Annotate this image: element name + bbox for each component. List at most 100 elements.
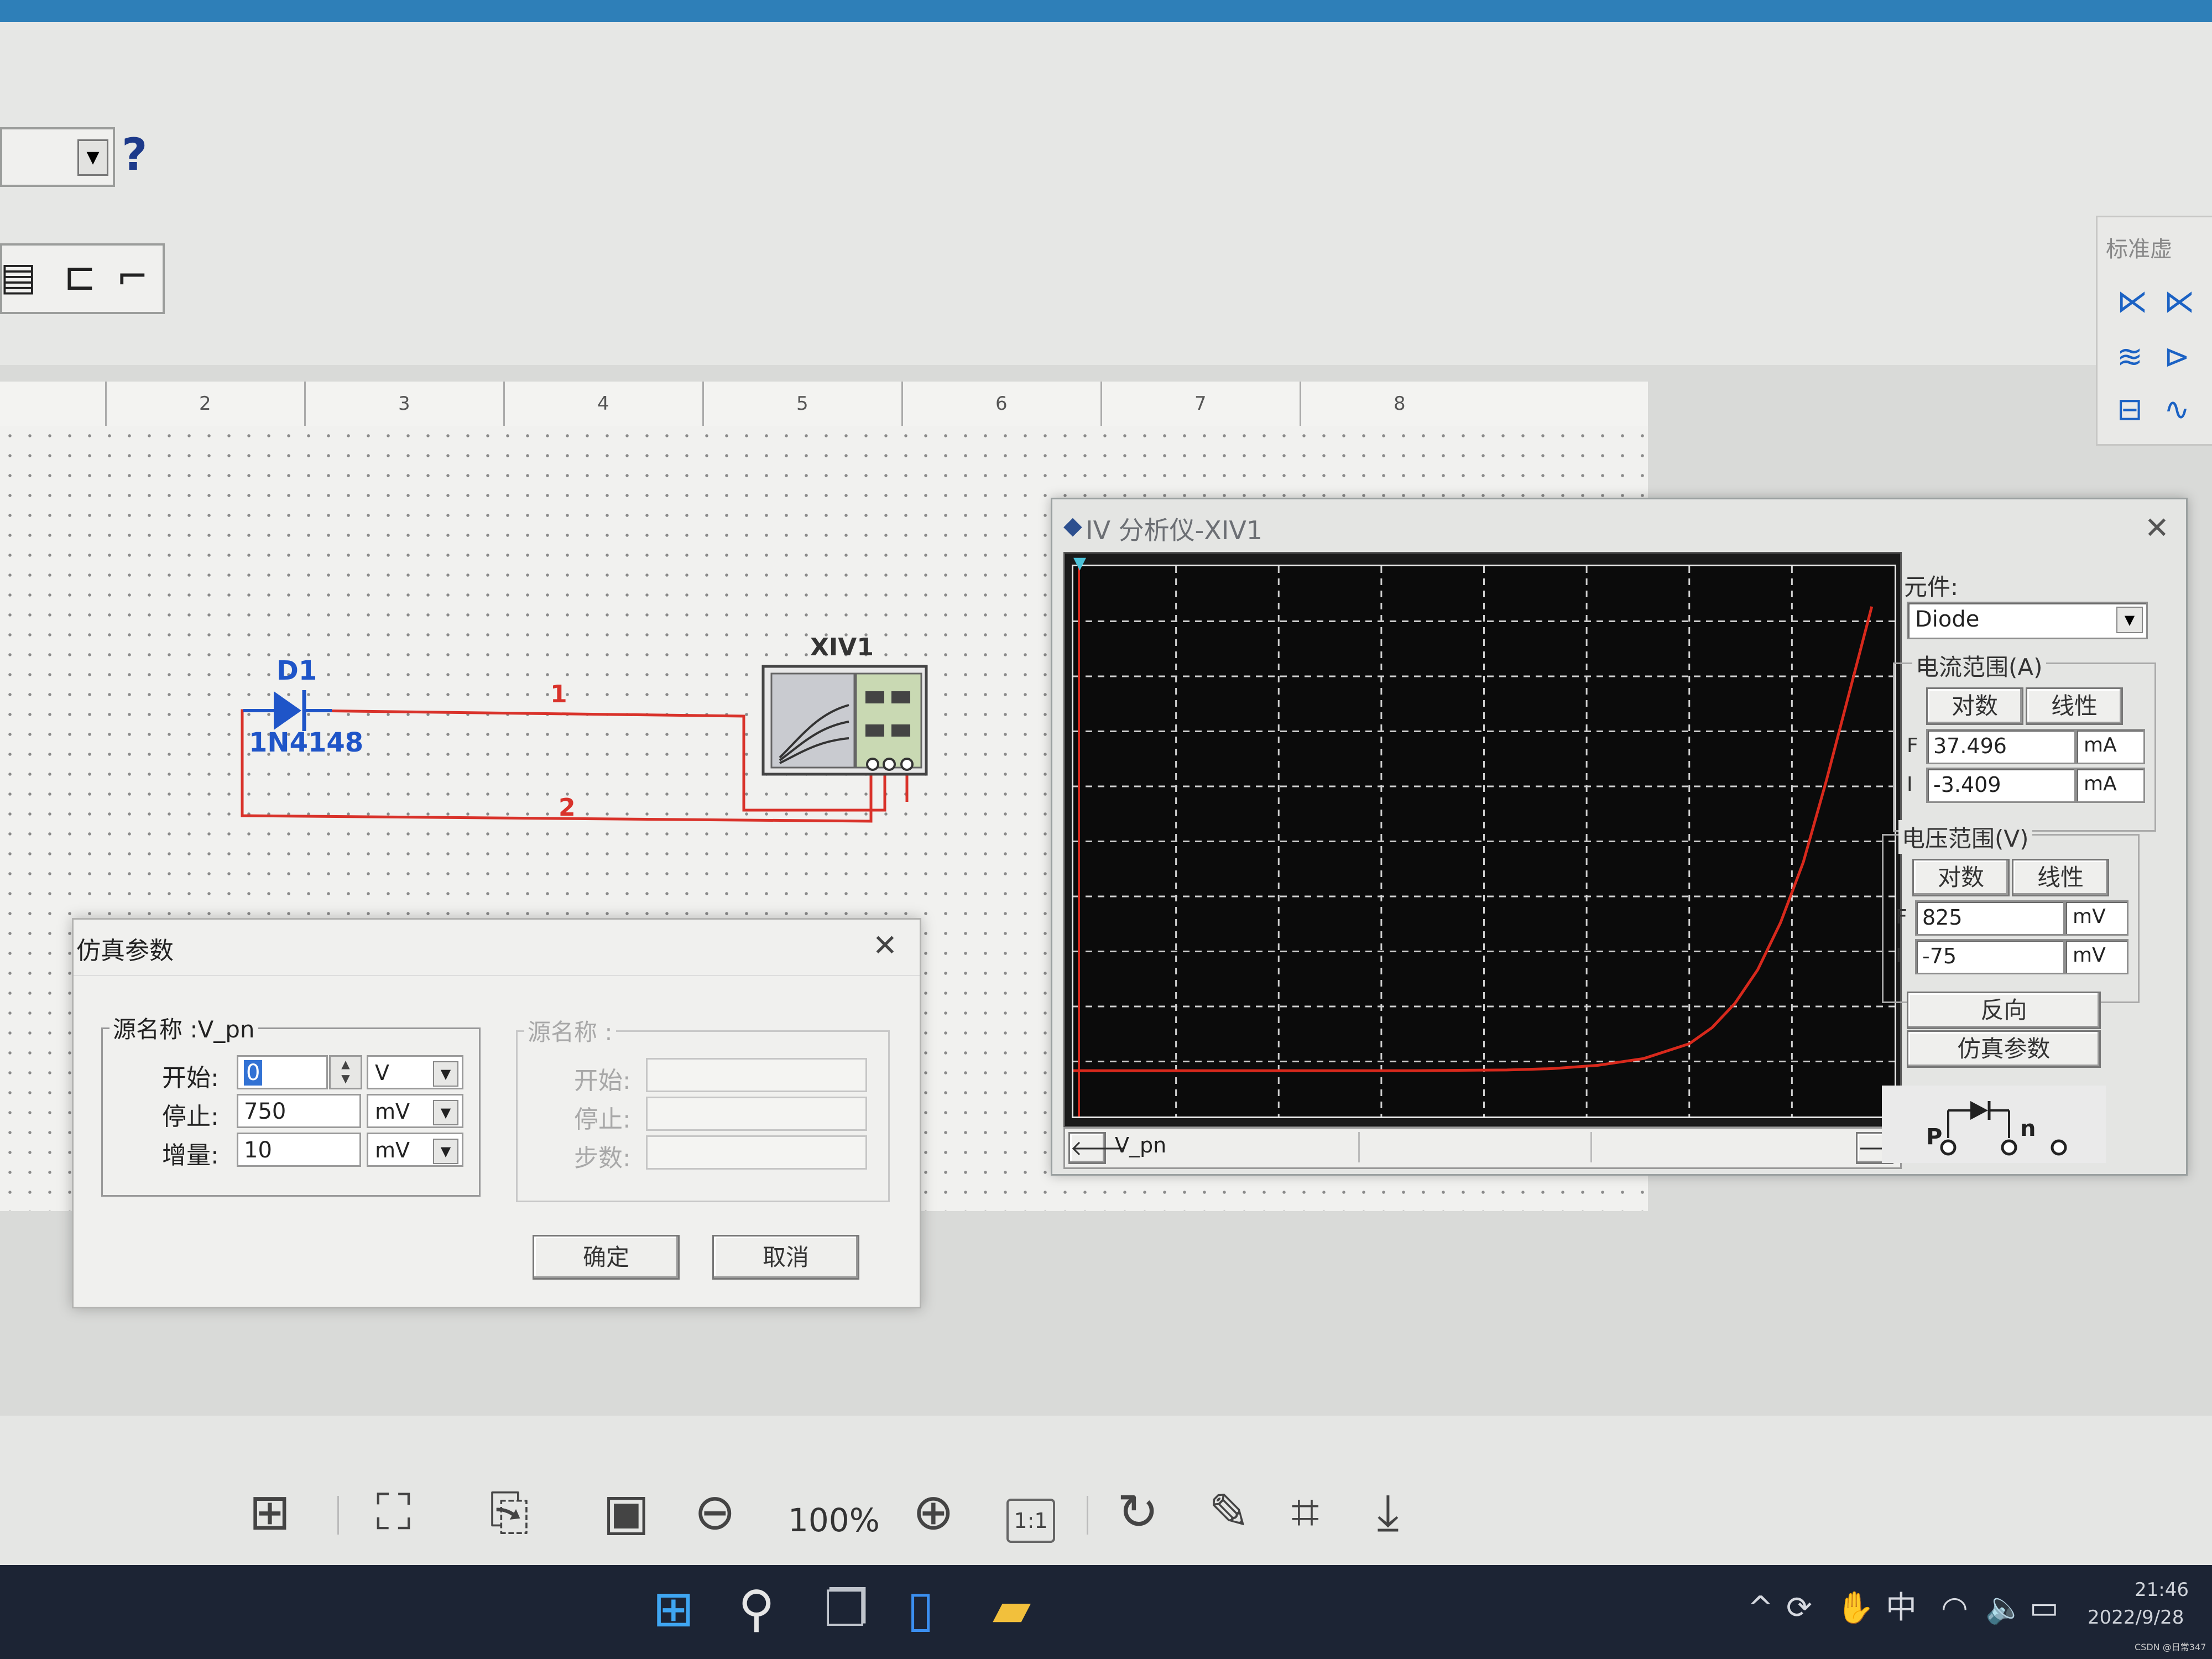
input-method-indicator[interactable]: 中 xyxy=(1886,1593,1917,1624)
chevron-down-icon: ▼ xyxy=(433,1061,458,1087)
battery-icon[interactable]: ▭ xyxy=(2030,1593,2059,1624)
iv-curve xyxy=(1073,606,1874,1072)
wifi-icon[interactable]: ◠ xyxy=(1941,1593,1968,1624)
diode-model-label: 1N4148 xyxy=(249,727,364,758)
clock-date: 2022/9/28 xyxy=(2088,1606,2184,1629)
task-view-icon[interactable]: ❐ xyxy=(824,1584,869,1634)
component-tool-icon[interactable]: ▤ xyxy=(0,257,36,296)
step-tool-icon[interactable]: ⌐ xyxy=(116,257,149,296)
current-f-unit[interactable]: mA xyxy=(2075,729,2145,764)
zoom-out-icon[interactable]: ⊖ xyxy=(694,1488,735,1537)
horizontal-ruler: 2 3 4 5 6 7 8 xyxy=(0,382,1648,427)
hand-icon[interactable]: ✋ xyxy=(1836,1593,1875,1624)
diode-tool-icon[interactable]: ⊳ xyxy=(2164,339,2190,375)
cursor-marker-icon[interactable]: ▼ xyxy=(1073,554,1086,573)
volume-icon[interactable]: 🔈 xyxy=(1985,1593,2024,1624)
start-icon[interactable]: ⊞ xyxy=(653,1584,694,1634)
ruler-tick xyxy=(503,382,505,426)
file-explorer-icon[interactable]: ▰ xyxy=(993,1584,1031,1634)
actual-size-button[interactable]: 1:1 xyxy=(1006,1499,1055,1543)
rotate-icon[interactable]: ↻ xyxy=(1117,1488,1159,1537)
simulation-params-button[interactable]: 仿真参数 xyxy=(1907,1030,2101,1068)
current-i-unit[interactable]: mA xyxy=(2075,768,2145,803)
steps2-input[interactable] xyxy=(646,1135,867,1170)
close-icon[interactable]: ✕ xyxy=(873,928,898,963)
step-unit-select[interactable]: mV ▼ xyxy=(367,1133,463,1167)
watermark: CSDN @日常347 xyxy=(2135,1642,2206,1652)
previous-curve-button[interactable]: 🡐 xyxy=(1068,1132,1126,1164)
component-select[interactable]: Diode ▼ xyxy=(1907,602,2148,639)
stop2-input[interactable] xyxy=(646,1097,867,1131)
current-range-title: 电流范围(A) xyxy=(1912,649,2046,682)
chevron-down-icon: ▼ xyxy=(77,139,108,176)
ok-button[interactable]: 确定 xyxy=(533,1235,680,1280)
ruler-mark-label: 8 xyxy=(1394,393,1406,415)
component-label: 元件: xyxy=(1904,573,1959,601)
edit-icon[interactable]: ✎ xyxy=(1208,1488,1250,1537)
chevron-up-icon[interactable]: ^ xyxy=(1747,1593,1773,1624)
voltage-f-input[interactable]: 825 xyxy=(1915,900,2065,936)
current-f-label: F xyxy=(1907,734,1918,757)
text-extract-icon[interactable]: ⎘ xyxy=(489,1488,529,1537)
start-spinner[interactable]: ▲ ▼ xyxy=(329,1055,362,1089)
steps2-label: 步数: xyxy=(574,1144,631,1172)
start2-input[interactable] xyxy=(646,1058,867,1092)
switch-icon[interactable]: ⊟ xyxy=(2117,392,2143,427)
diode-connection-panel: P n xyxy=(1882,1086,2106,1163)
voltage-linear-button[interactable]: 线性 xyxy=(2012,859,2109,896)
search-icon[interactable]: ⚲ xyxy=(738,1584,775,1634)
close-icon[interactable]: ✕ xyxy=(2145,510,2169,545)
phone-link-icon[interactable]: ▯ xyxy=(907,1584,935,1634)
reverse-button[interactable]: 反向 xyxy=(1907,992,2101,1029)
iv-plot-area[interactable] xyxy=(1072,565,1896,1118)
step-unit-value: mV xyxy=(375,1138,410,1162)
voltage-f-unit[interactable]: mV xyxy=(2064,900,2128,936)
zoom-dropdown[interactable]: ▼ xyxy=(0,127,115,187)
crop-icon[interactable]: ⌗ xyxy=(1291,1488,1319,1537)
start-label: 开始: xyxy=(162,1064,219,1092)
step-input[interactable]: 10 xyxy=(237,1133,361,1167)
transistor-npn-icon[interactable]: ⋉ xyxy=(2117,284,2148,320)
voltage-log-button[interactable]: 对数 xyxy=(1912,859,2010,896)
step-label: 增量: xyxy=(162,1141,219,1170)
current-linear-button[interactable]: 线性 xyxy=(2026,687,2123,725)
start-unit-select[interactable]: V ▼ xyxy=(367,1055,463,1089)
stop-input[interactable]: 750 xyxy=(237,1094,361,1128)
voltage-i-label: I xyxy=(1896,945,1902,967)
wave-icon[interactable]: ∿ xyxy=(2164,392,2190,427)
hierarchy-tool-icon[interactable]: ⊏ xyxy=(64,257,96,296)
source-group-title: 源名称 :V_pn xyxy=(109,1011,258,1045)
component-value: Diode xyxy=(1915,607,1980,632)
crop-select-icon[interactable]: ⛶ xyxy=(376,1488,411,1537)
voltage-i-unit-text: mV xyxy=(2073,944,2106,967)
current-f-input[interactable]: 37.496 xyxy=(1926,729,2076,764)
cancel-button[interactable]: 取消 xyxy=(712,1235,859,1280)
fit-screen-icon[interactable]: ▣ xyxy=(603,1488,650,1537)
help-button[interactable]: ? xyxy=(122,127,171,182)
current-i-input[interactable]: -3.409 xyxy=(1926,768,2076,803)
voltage-i-unit[interactable]: mV xyxy=(2064,939,2128,974)
iv-window-icon: ◆ xyxy=(1063,512,1082,540)
palette-title: 标准虚 xyxy=(2106,237,2172,262)
stop-unit-select[interactable]: mV ▼ xyxy=(367,1094,463,1128)
current-log-button[interactable]: 对数 xyxy=(1926,687,2023,725)
application-toolbar-area xyxy=(0,22,2212,365)
net-2-label: 2 xyxy=(559,794,576,822)
voltage-i-input[interactable]: -75 xyxy=(1915,939,2065,974)
current-i-label: I xyxy=(1907,773,1913,796)
download-icon[interactable]: ⤓ xyxy=(1377,1488,1399,1537)
transistor-pnp-icon[interactable]: ⋉ xyxy=(2164,284,2195,320)
ruler-mark-label: 5 xyxy=(796,393,808,415)
ruler-tick xyxy=(1300,382,1301,426)
ruler-mark-label: 3 xyxy=(398,393,410,415)
simulation-params-dialog[interactable]: 仿真参数 ✕ 源名称 :V_pn 开始: 0 ▲ ▼ V ▼ 停止: 750 mV… xyxy=(72,918,921,1308)
gallery-icon[interactable]: ⊞ xyxy=(249,1488,290,1537)
resistor-icon[interactable]: ≋ xyxy=(2117,339,2143,375)
start2-label: 开始: xyxy=(574,1067,631,1095)
sync-icon[interactable]: ⟳ xyxy=(1786,1593,1812,1624)
ruler-tick xyxy=(105,382,107,426)
zoom-in-icon[interactable]: ⊕ xyxy=(912,1488,954,1537)
start-input[interactable]: 0 xyxy=(237,1055,328,1089)
current-i-unit-text: mA xyxy=(2084,773,2117,795)
iv-analyzer-window[interactable]: ◆ IV 分析仪-XIV1 ✕ ▼ 🡐 V_pn 🡒 元件: Diode ▼ 电… xyxy=(1051,498,2188,1176)
